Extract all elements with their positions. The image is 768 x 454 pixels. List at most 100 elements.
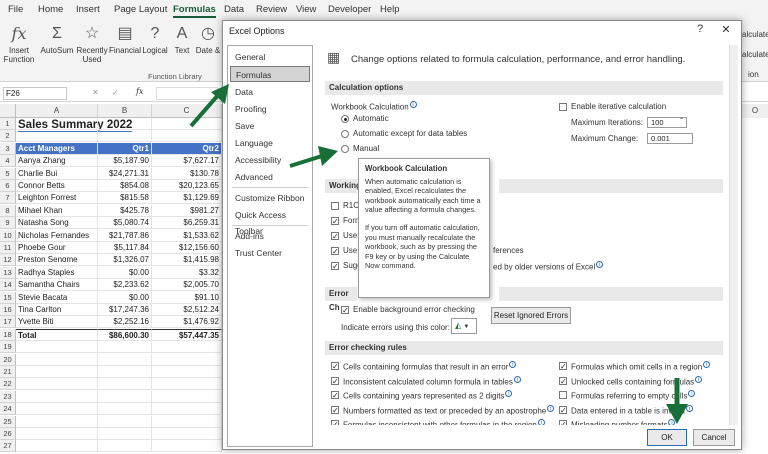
rule-checkbox[interactable]: ✓: [331, 420, 339, 425]
table-cell[interactable]: [152, 130, 222, 143]
table-cell[interactable]: [16, 341, 98, 354]
row-header[interactable]: 3: [0, 142, 16, 155]
r1c1-checkbox[interactable]: [331, 202, 339, 210]
reset-ignored-errors-button[interactable]: Reset Ignored Errors: [491, 307, 571, 324]
menu-data[interactable]: Data: [224, 4, 244, 15]
row-header[interactable]: 10: [0, 229, 16, 242]
table-cell[interactable]: $981.27: [152, 204, 222, 217]
table-cell[interactable]: [98, 415, 152, 428]
error-color-picker[interactable]: ◭ ▼: [451, 318, 477, 334]
rule-checkbox[interactable]: ✓: [331, 405, 339, 414]
row-header[interactable]: 21: [0, 366, 16, 378]
table-cell[interactable]: $0.00: [98, 266, 152, 279]
table-cell[interactable]: Connor Betts: [16, 180, 98, 192]
getpivotdata-checkbox[interactable]: ✓: [331, 247, 339, 256]
table-cell[interactable]: $5,117.84: [98, 242, 152, 254]
table-cell[interactable]: [152, 440, 222, 453]
table-names-label[interactable]: Use: [343, 231, 357, 240]
row-header[interactable]: 2: [0, 130, 16, 143]
row-header[interactable]: 9: [0, 217, 16, 230]
background-error-label[interactable]: Enable background error checking: [353, 305, 475, 314]
ok-button[interactable]: OK: [647, 429, 687, 446]
row-header[interactable]: 11: [0, 242, 16, 254]
info-icon[interactable]: i: [596, 261, 604, 268]
automatic-label[interactable]: Automatic: [353, 114, 389, 123]
col-header-b[interactable]: B: [98, 104, 152, 118]
row-header[interactable]: 4: [0, 155, 16, 168]
info-icon[interactable]: i: [409, 101, 417, 108]
table-cell[interactable]: [16, 403, 98, 416]
table-cell[interactable]: [16, 415, 98, 428]
table-cell[interactable]: [16, 428, 98, 440]
menu-home[interactable]: Home: [38, 4, 63, 15]
table-cell[interactable]: $91.10: [152, 291, 222, 304]
table-cell[interactable]: Tina Carlton: [16, 304, 98, 316]
name-box[interactable]: F26: [3, 87, 67, 100]
row-header[interactable]: 23: [0, 390, 16, 403]
getpivotdata-label[interactable]: Use: [343, 246, 357, 255]
table-cell[interactable]: Total: [16, 328, 98, 341]
table-cell[interactable]: [98, 390, 152, 403]
table-cell[interactable]: [98, 403, 152, 416]
table-cell[interactable]: $24,271.31: [98, 167, 152, 180]
table-cell[interactable]: $130.78: [152, 167, 222, 180]
table-cell[interactable]: [98, 378, 152, 391]
financial-button[interactable]: ▤ Financial: [108, 20, 142, 70]
menu-insert[interactable]: Insert: [76, 4, 100, 15]
table-cell[interactable]: $854.08: [98, 180, 152, 192]
table-cell[interactable]: Mihael Khan: [16, 204, 98, 217]
table-cell[interactable]: [16, 366, 98, 378]
rule-checkbox[interactable]: ✓: [559, 420, 567, 425]
table-cell[interactable]: Acct Managers: [16, 142, 98, 155]
insert-function-button[interactable]: fx Insert Function: [2, 20, 36, 70]
table-cell[interactable]: [152, 415, 222, 428]
table-cell[interactable]: Preston Senome: [16, 254, 98, 267]
table-cell[interactable]: [16, 440, 98, 453]
table-cell[interactable]: [152, 341, 222, 354]
iterative-label[interactable]: Enable iterative calculation: [571, 102, 666, 111]
table-cell[interactable]: Charlie Bui: [16, 167, 98, 180]
table-cell[interactable]: $0.00: [98, 291, 152, 304]
content-scrollbar[interactable]: [729, 45, 738, 425]
table-cell[interactable]: [98, 366, 152, 378]
nav-add-ins[interactable]: Add-ins: [230, 228, 310, 244]
table-cell[interactable]: $2,233.62: [98, 279, 152, 292]
table-cell[interactable]: [98, 353, 152, 366]
table-cell[interactable]: [98, 130, 152, 143]
table-cell[interactable]: [16, 353, 98, 366]
table-cell[interactable]: [152, 428, 222, 440]
table-cell[interactable]: $1,326.07: [98, 254, 152, 267]
rule-checkbox[interactable]: ✓: [331, 362, 339, 371]
table-cell[interactable]: $815.58: [98, 192, 152, 205]
table-cell[interactable]: Radhya Staples: [16, 266, 98, 279]
table-cell[interactable]: $7,627.17: [152, 155, 222, 168]
row-header[interactable]: 5: [0, 167, 16, 180]
cancel-icon[interactable]: ✕: [92, 88, 99, 97]
table-cell[interactable]: [152, 390, 222, 403]
nav-formulas[interactable]: Formulas: [230, 66, 310, 82]
table-cell[interactable]: $3.32: [152, 266, 222, 279]
background-error-checkbox[interactable]: ✓: [341, 306, 349, 315]
row-header[interactable]: 1: [0, 118, 16, 130]
row-header[interactable]: 15: [0, 291, 16, 304]
r1c1-label[interactable]: R1C: [343, 201, 359, 210]
menu-help[interactable]: Help: [380, 4, 400, 15]
rule-label[interactable]: Numbers formatted as text or preceded by…: [343, 404, 555, 415]
rule-label[interactable]: Cells containing formulas that result in…: [343, 361, 517, 372]
table-cell[interactable]: [98, 440, 152, 453]
nav-customize-ribbon[interactable]: Customize Ribbon: [230, 190, 310, 206]
table-cell[interactable]: Qtr1: [98, 142, 152, 155]
table-cell[interactable]: $17,247.36: [98, 304, 152, 316]
autosum-button[interactable]: Σ AutoSum: [40, 20, 74, 70]
table-cell[interactable]: [98, 341, 152, 354]
rule-checkbox[interactable]: ✓: [559, 405, 567, 414]
row-header[interactable]: 26: [0, 428, 16, 440]
row-header[interactable]: 13: [0, 266, 16, 279]
row-header[interactable]: 7: [0, 192, 16, 205]
col-header-a[interactable]: A: [16, 104, 98, 118]
row-header[interactable]: 20: [0, 353, 16, 366]
row-header[interactable]: 14: [0, 279, 16, 292]
info-icon[interactable]: i: [509, 361, 517, 368]
nav-general[interactable]: General: [230, 49, 310, 65]
table-cell[interactable]: $20,123.65: [152, 180, 222, 192]
